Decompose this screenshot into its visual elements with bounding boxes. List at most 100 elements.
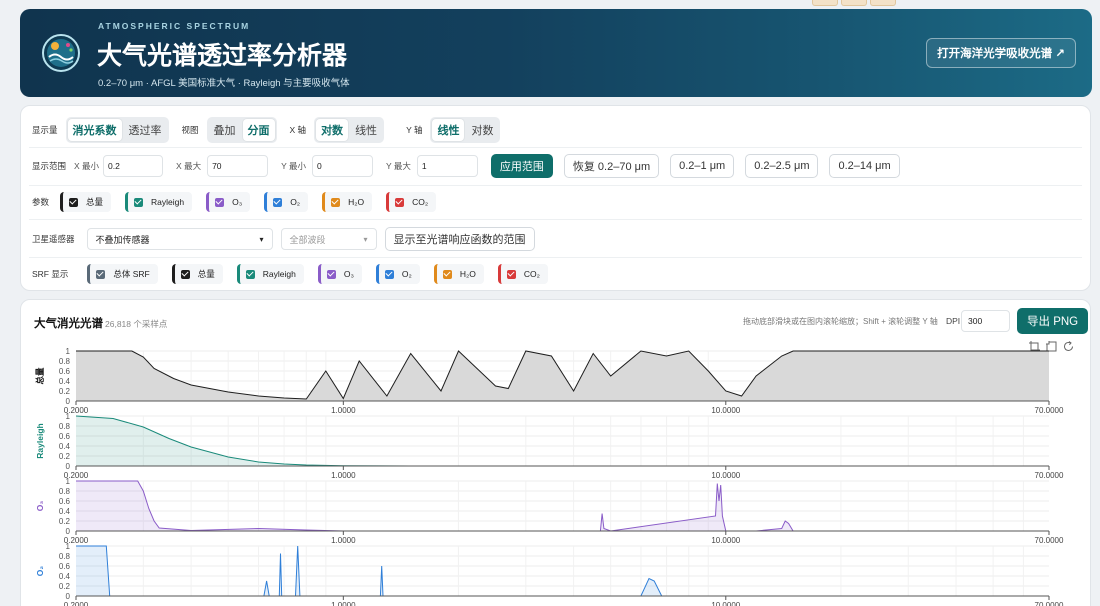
x-tick-label: 70.0000 <box>1035 536 1064 545</box>
preset-0.2-1-button[interactable]: 0.2–1 μm <box>670 154 735 178</box>
preset-restore-button[interactable]: 恢复 0.2–70 μm <box>563 154 660 178</box>
checkbox-checked-icon[interactable] <box>180 269 190 279</box>
x-axis-label: X 轴 <box>289 125 307 135</box>
param-chip[interactable]: O₂ <box>264 192 309 212</box>
param-chip-label: CO₂ <box>412 197 429 207</box>
checkbox-checked-icon[interactable] <box>69 197 79 207</box>
srf-chip[interactable]: 总量 <box>171 264 223 284</box>
globe-logo-icon <box>41 33 81 73</box>
checkbox-checked-icon[interactable] <box>442 269 452 279</box>
y-max-input[interactable]: 1 <box>416 155 478 177</box>
x-max-label: X 最大 <box>176 161 202 171</box>
y-tick-label: 0.8 <box>59 357 71 366</box>
divider <box>29 257 1082 258</box>
x-tick-label: 1.0000 <box>331 601 356 606</box>
y-axis-option-linear[interactable]: 线性 <box>432 119 465 141</box>
x-tick-label: 10.0000 <box>711 536 740 545</box>
x-tick-label: 1.0000 <box>331 536 356 545</box>
x-tick-label: 10.0000 <box>711 471 740 480</box>
y-tick-label: 0.2 <box>59 582 71 591</box>
divider <box>29 185 1082 186</box>
x-tick-label: 10.0000 <box>711 406 740 415</box>
param-chip-label: Rayleigh <box>151 197 185 207</box>
y-tick-label: 1 <box>66 347 71 356</box>
y-tick-label: 0.4 <box>59 572 71 581</box>
srf-label: SRF 显示 <box>32 269 69 279</box>
preset-0.2-2.5-button[interactable]: 0.2–2.5 μm <box>745 154 819 178</box>
checkbox-checked-icon[interactable] <box>245 269 255 279</box>
y-min-input[interactable]: 0 <box>311 155 373 177</box>
srf-range-button[interactable]: 显示至光谱响应函数的范围 <box>384 227 535 251</box>
preset-0.2-14-button[interactable]: 0.2–14 μm <box>829 154 900 178</box>
param-chip-label: O₂ <box>290 197 301 207</box>
display-option-transmittance[interactable]: 透过率 <box>124 119 167 141</box>
srf-chip-list: 总体 SRF 总量 Rayleigh O₃ O₂ H₂O CO₂ <box>87 264 562 284</box>
y-tick-label: 0 <box>66 397 71 406</box>
display-option-extinction[interactable]: 消光系数 <box>67 119 122 141</box>
srf-chip-label: 总体 SRF <box>113 269 150 279</box>
facet-y-label: O₃ <box>35 501 45 512</box>
srf-chip[interactable]: 总体 SRF <box>87 264 158 284</box>
y-tick-label: 0.4 <box>59 507 71 516</box>
control-panel: 显示量 消光系数 透过率 视图 叠加 分面 X 轴 对数 线性 Y 轴 线性 对… <box>20 105 1091 291</box>
y-tick-label: 0.6 <box>59 432 71 441</box>
checkbox-checked-icon[interactable] <box>215 197 225 207</box>
checkbox-checked-icon[interactable] <box>273 197 283 207</box>
checkbox-checked-icon[interactable] <box>331 197 341 207</box>
checkbox-checked-icon[interactable] <box>326 269 336 279</box>
param-chip[interactable]: H₂O <box>322 192 373 212</box>
view-option-facet[interactable]: 分面 <box>242 119 275 141</box>
checkbox-checked-icon[interactable] <box>96 269 106 279</box>
param-chip[interactable]: Rayleigh <box>125 192 193 212</box>
series-area <box>76 546 1049 596</box>
sensor-select[interactable]: 不叠加传感器 ▾ <box>86 228 273 250</box>
srf-chip[interactable]: O₂ <box>375 264 420 284</box>
x-axis-option-log[interactable]: 对数 <box>316 119 349 141</box>
page-title: 大气光谱透过率分析器 <box>97 42 348 70</box>
y-axis-label: Y 轴 <box>406 125 423 135</box>
param-chip[interactable]: 总量 <box>60 192 112 212</box>
srf-row: SRF 显示 总体 SRF 总量 Rayleigh O₃ O₂ H₂O CO₂ <box>32 264 562 284</box>
y-tick-label: 0.2 <box>59 517 71 526</box>
x-axis-option-linear[interactable]: 线性 <box>350 119 382 141</box>
satellite-row: 卫星遥感器 不叠加传感器 ▾ 全部波段 ▾ 显示至光谱响应函数的范围 <box>32 227 535 251</box>
y-tick-label: 1 <box>66 412 71 421</box>
srf-chip[interactable]: CO₂ <box>497 264 548 284</box>
display-label: 显示量 <box>32 125 58 135</box>
apply-range-button[interactable]: 应用范围 <box>490 154 553 178</box>
y-min-label: Y 最小 <box>281 161 306 171</box>
x-max-input[interactable]: 70 <box>207 155 269 177</box>
band-select-value: 全部波段 <box>289 234 326 245</box>
srf-chip-label: CO₂ <box>523 269 540 279</box>
band-select[interactable]: 全部波段 ▾ <box>280 228 377 250</box>
display-options-row: 显示量 消光系数 透过率 视图 叠加 分面 X 轴 对数 线性 Y 轴 线性 对… <box>32 117 501 143</box>
divider <box>29 147 1082 148</box>
x-tick-label: 70.0000 <box>1035 471 1064 480</box>
y-tick-label: 0.8 <box>59 487 71 496</box>
srf-chip[interactable]: H₂O <box>433 264 484 284</box>
checkbox-checked-icon[interactable] <box>134 197 144 207</box>
y-tick-label: 0.6 <box>59 367 71 376</box>
srf-chip[interactable]: O₃ <box>317 264 362 284</box>
param-chip-list: 总量 Rayleigh O₃ O₂ H₂O CO₂ <box>60 192 450 212</box>
param-chip[interactable]: O₃ <box>206 192 251 212</box>
sensor-select-value: 不叠加传感器 <box>95 234 150 245</box>
params-label: 参数 <box>32 197 50 207</box>
param-chip[interactable]: CO₂ <box>386 192 437 212</box>
series-line <box>76 545 1049 597</box>
y-tick-label: 0.2 <box>59 452 71 461</box>
y-tick-label: 0.8 <box>59 422 71 431</box>
y-axis-option-log[interactable]: 对数 <box>466 119 498 141</box>
y-tick-label: 0.6 <box>59 497 71 506</box>
checkbox-checked-icon[interactable] <box>395 197 405 207</box>
y-tick-label: 0.4 <box>59 442 71 451</box>
y-tick-label: 0.8 <box>59 552 71 561</box>
y-tick-label: 0.2 <box>59 387 71 396</box>
x-min-input[interactable]: 0.2 <box>103 155 164 177</box>
open-ocean-spectrum-button[interactable]: 打开海洋光学吸收光谱 ↗ <box>926 38 1076 68</box>
srf-chip[interactable]: Rayleigh <box>236 264 304 284</box>
checkbox-checked-icon[interactable] <box>384 269 394 279</box>
view-option-overlay[interactable]: 叠加 <box>209 119 241 141</box>
faceted-chart[interactable]: 00.20.40.60.810.2000 1.0000 10.0000 70.0000… <box>21 300 1091 606</box>
checkbox-checked-icon[interactable] <box>506 269 516 279</box>
